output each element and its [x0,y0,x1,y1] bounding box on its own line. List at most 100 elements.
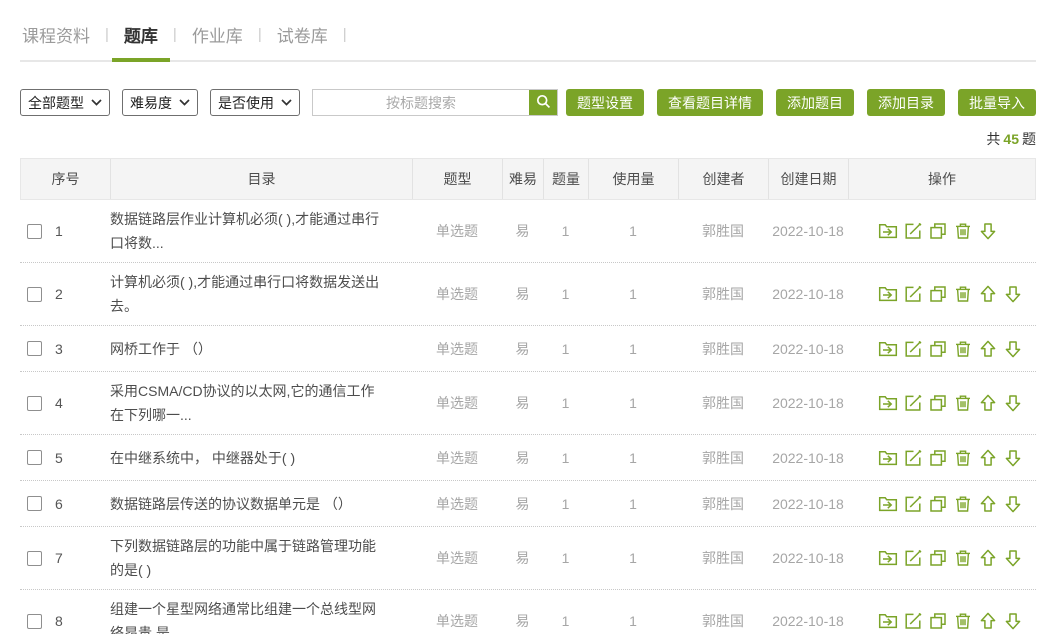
create-date: 2022-10-18 [768,450,848,466]
move-to-folder-icon[interactable] [878,448,898,468]
usage-count: 1 [588,286,678,302]
copy-icon[interactable] [928,339,948,359]
row-checkbox[interactable] [27,341,42,356]
search-input[interactable] [313,90,529,115]
row-number: 8 [55,613,63,629]
row-checkbox[interactable] [27,396,42,411]
action-buttons: 题型设置 查看题目详情 添加题目 添加目录 批量导入 [566,89,1036,116]
move-down-icon[interactable] [1003,494,1023,514]
edit-icon[interactable] [903,448,923,468]
delete-icon[interactable] [953,494,973,514]
copy-icon[interactable] [928,221,948,241]
usage-select[interactable]: 是否使用 [210,89,300,116]
delete-icon[interactable] [953,284,973,304]
question-type-settings-button[interactable]: 题型设置 [566,89,644,116]
move-down-icon[interactable] [1003,611,1023,631]
move-down-icon[interactable] [1003,448,1023,468]
move-to-folder-icon[interactable] [878,494,898,514]
difficulty-label: 易 [502,339,543,359]
delete-icon[interactable] [953,548,973,568]
move-up-icon[interactable] [978,448,998,468]
question-count: 1 [543,341,588,357]
difficulty-select[interactable]: 难易度 [122,89,198,116]
usage-count: 1 [588,341,678,357]
move-up-icon[interactable] [978,393,998,413]
delete-icon[interactable] [953,448,973,468]
question-table: 序号 目录 题型 难易 题量 使用量 创建者 创建日期 操作 1 数据链路层作业… [20,158,1036,634]
move-up-icon[interactable] [978,494,998,514]
edit-icon[interactable] [903,284,923,304]
move-to-folder-icon[interactable] [878,221,898,241]
move-to-folder-icon[interactable] [878,548,898,568]
move-up-icon[interactable] [978,284,998,304]
chevron-down-icon [179,99,190,106]
search-button[interactable] [529,90,557,115]
question-count: 1 [543,613,588,629]
move-to-folder-icon[interactable] [878,284,898,304]
move-down-icon[interactable] [978,221,998,241]
tab-homework-bank[interactable]: 作业库 [192,22,243,47]
creator-name: 郭胜国 [678,339,768,359]
edit-icon[interactable] [903,393,923,413]
add-catalog-button[interactable]: 添加目录 [867,89,945,116]
move-up-icon[interactable] [978,611,998,631]
usage-count: 1 [588,223,678,239]
row-number: 2 [55,286,63,302]
move-to-folder-icon[interactable] [878,393,898,413]
question-title: 采用CSMA/CD协议的以太网,它的通信工作在下列哪一... [110,379,412,427]
row-checkbox[interactable] [27,287,42,302]
copy-icon[interactable] [928,284,948,304]
move-to-folder-icon[interactable] [878,611,898,631]
delete-icon[interactable] [953,611,973,631]
delete-icon[interactable] [953,393,973,413]
batch-import-button[interactable]: 批量导入 [958,89,1036,116]
add-question-button[interactable]: 添加题目 [776,89,854,116]
copy-icon[interactable] [928,548,948,568]
edit-icon[interactable] [903,339,923,359]
row-checkbox[interactable] [27,496,42,511]
table-row: 2 计算机必须( ),才能通过串行口将数据发送出去。 单选题 易 1 1 郭胜国… [20,263,1036,326]
edit-icon[interactable] [903,611,923,631]
header-catalog: 目录 [111,159,413,199]
question-type-select[interactable]: 全部题型 [20,89,110,116]
row-number: 4 [55,395,63,411]
row-checkbox[interactable] [27,224,42,239]
question-count: 1 [543,450,588,466]
row-checkbox[interactable] [27,450,42,465]
copy-icon[interactable] [928,393,948,413]
move-down-icon[interactable] [1003,339,1023,359]
table-row: 1 数据链路层作业计算机必须( ),才能通过串行口将数... 单选题 易 1 1… [20,200,1036,263]
move-to-folder-icon[interactable] [878,339,898,359]
edit-icon[interactable] [903,494,923,514]
tab-course-materials[interactable]: 课程资料 [22,22,90,47]
move-up-icon[interactable] [978,548,998,568]
question-type: 单选题 [412,393,502,413]
delete-icon[interactable] [953,221,973,241]
copy-icon[interactable] [928,448,948,468]
move-down-icon[interactable] [1003,284,1023,304]
question-count: 1 [543,395,588,411]
copy-icon[interactable] [928,611,948,631]
summary-prefix: 共 [986,131,1000,147]
edit-icon[interactable] [903,221,923,241]
header-type: 题型 [413,159,503,199]
delete-icon[interactable] [953,339,973,359]
tab-exam-paper-bank[interactable]: 试卷库 [277,22,328,47]
copy-icon[interactable] [928,494,948,514]
chevron-down-icon [281,99,292,106]
view-question-details-button[interactable]: 查看题目详情 [657,89,763,116]
move-down-icon[interactable] [1003,548,1023,568]
edit-icon[interactable] [903,548,923,568]
create-date: 2022-10-18 [768,496,848,512]
create-date: 2022-10-18 [768,613,848,629]
move-down-icon[interactable] [1003,393,1023,413]
table-row: 5 在中继系统中， 中继器处于( ) 单选题 易 1 1 郭胜国 2022-10… [20,435,1036,481]
table-header-row: 序号 目录 题型 难易 题量 使用量 创建者 创建日期 操作 [20,158,1036,200]
question-total-summary: 共45题 [20,129,1036,149]
difficulty-select-value: 难易度 [130,93,172,113]
tab-question-bank[interactable]: 题库 [124,22,158,47]
row-checkbox[interactable] [27,614,42,629]
row-checkbox[interactable] [27,551,42,566]
move-up-icon[interactable] [978,339,998,359]
difficulty-label: 易 [502,494,543,514]
